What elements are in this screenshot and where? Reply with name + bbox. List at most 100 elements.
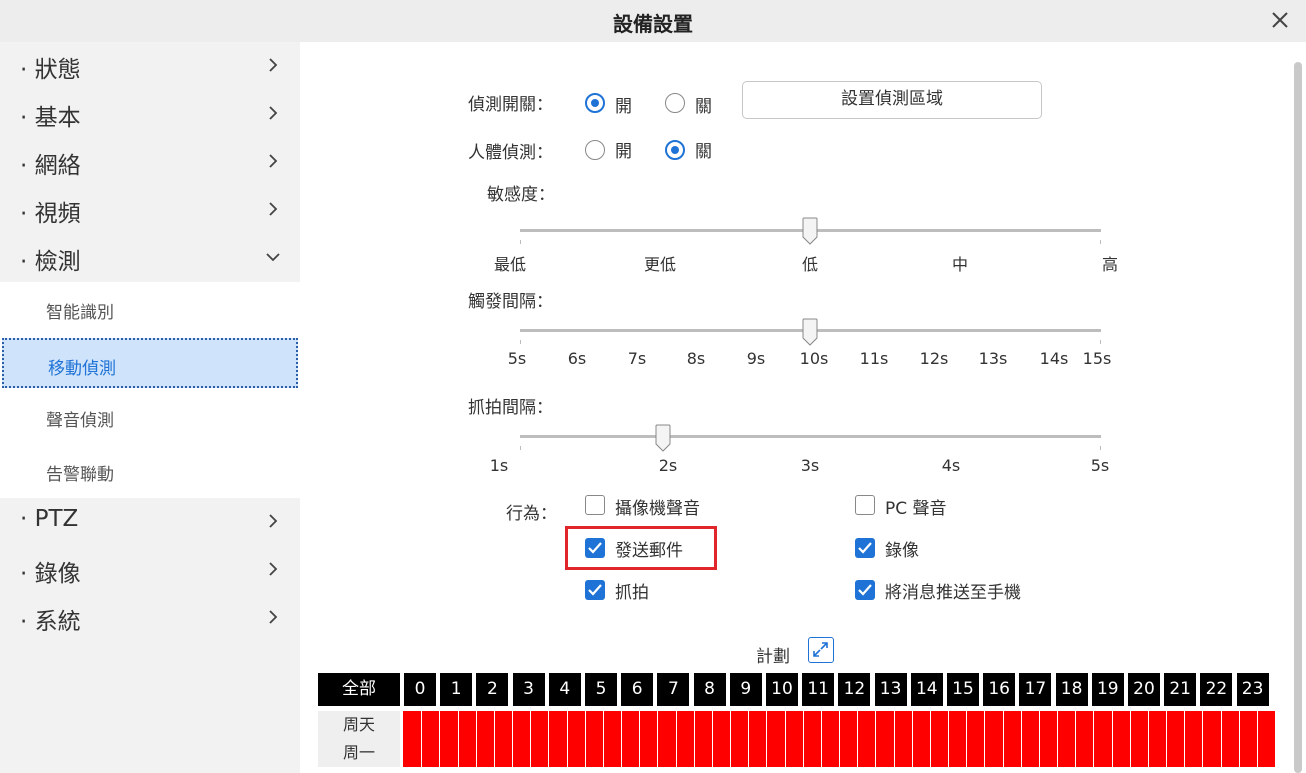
hour-header-cell[interactable]: 3: [512, 673, 545, 706]
sidebar-item-basic[interactable]: · 基本: [0, 90, 300, 138]
chevron-right-icon: [269, 514, 278, 528]
hour-header-cell[interactable]: 0: [404, 673, 436, 706]
pc-sound-checkbox[interactable]: [855, 495, 875, 515]
record-checkbox[interactable]: [855, 538, 875, 558]
schedule-cell-divider: [893, 739, 895, 767]
sidebar-item-recording[interactable]: · 錄像: [0, 546, 300, 594]
schedule-cell-divider: [966, 739, 968, 767]
schedule-cell-divider: [566, 711, 568, 739]
human-on-radio[interactable]: [585, 140, 605, 160]
sidebar-item-video[interactable]: · 視頻: [0, 186, 300, 234]
schedule-cell-divider: [457, 739, 459, 767]
human-off-radio[interactable]: [665, 140, 685, 160]
schedule-cell-divider: [766, 739, 768, 767]
schedule-cell-divider: [1057, 711, 1058, 739]
detection-on-label: 開: [615, 97, 632, 117]
schedule-row-sunday[interactable]: [403, 711, 1275, 739]
slider-tick: [1100, 446, 1101, 450]
hour-header-cell[interactable]: 20: [1128, 673, 1160, 706]
schedule-cell-divider: [1020, 739, 1022, 767]
hour-header-cell[interactable]: 2: [476, 673, 509, 706]
sidebar-subitem-alarm-linkage[interactable]: 告警聯動: [0, 444, 300, 498]
schedule-cell-divider: [1147, 739, 1149, 767]
schedule-cell-divider: [929, 739, 931, 767]
sensitivity-tick-label: 更低: [643, 255, 677, 274]
hour-header-cell[interactable]: 13: [874, 673, 907, 706]
push-notification-checkbox[interactable]: [855, 580, 875, 600]
hour-header-cell[interactable]: 15: [947, 673, 979, 706]
schedule-cell-divider: [512, 739, 513, 767]
chevron-right-icon: [269, 610, 278, 624]
sidebar-item-status[interactable]: · 狀態: [0, 42, 300, 90]
schedule-cell-divider: [1147, 711, 1149, 739]
sidebar-item-ptz[interactable]: · PTZ: [0, 498, 300, 546]
hour-header-cell[interactable]: 22: [1200, 673, 1233, 706]
sensitivity-slider-thumb[interactable]: [802, 217, 818, 245]
hour-header-cell[interactable]: 6: [621, 673, 654, 706]
sidebar-item-network[interactable]: · 網絡: [0, 138, 300, 186]
schedule-cell-divider: [1020, 711, 1022, 739]
schedule-cell-divider: [530, 739, 532, 767]
scrollbar[interactable]: [1294, 62, 1302, 773]
hour-header-cell[interactable]: 7: [657, 673, 690, 706]
schedule-cell-divider: [621, 711, 622, 739]
schedule-cell-divider: [657, 739, 659, 767]
trigger-tick-label: 15s: [1082, 349, 1112, 368]
close-icon[interactable]: [1268, 8, 1292, 32]
schedule-cell-divider: [1202, 711, 1204, 739]
send-email-checkbox[interactable]: [585, 538, 605, 558]
hour-header-cell[interactable]: 5: [585, 673, 617, 706]
schedule-cell-divider: [1184, 711, 1186, 739]
sidebar-subitem-sound-detection[interactable]: 聲音偵測: [0, 390, 300, 444]
detection-on-radio[interactable]: [585, 93, 605, 113]
hour-header-cell[interactable]: 11: [802, 673, 835, 706]
schedule-cell-divider: [475, 711, 477, 739]
schedule-label: 計劃: [756, 647, 790, 667]
day-label-sunday[interactable]: 周天: [318, 711, 400, 739]
snapshot-checkbox[interactable]: [585, 580, 605, 600]
hour-header-cell[interactable]: 16: [983, 673, 1016, 706]
detection-off-radio[interactable]: [665, 93, 685, 113]
sidebar-subitem-label: 智能識別: [46, 303, 114, 323]
schedule-cell-divider: [548, 711, 550, 739]
schedule-cell-divider: [875, 739, 877, 767]
sidebar-item-label: · 錄像: [20, 561, 81, 587]
sensitivity-tick-label: 低: [801, 255, 819, 274]
hour-header-cell[interactable]: 23: [1236, 673, 1269, 706]
chevron-right-icon: [269, 106, 278, 120]
checkmark-icon: [858, 542, 872, 554]
set-detection-area-button[interactable]: 設置偵測區域: [742, 81, 1042, 119]
sidebar-item-detection[interactable]: · 檢測: [0, 234, 300, 282]
sidebar-subitem-motion-detection[interactable]: 移動偵測: [2, 338, 298, 388]
schedule-cell-divider: [512, 711, 513, 739]
sidebar-item-label: · 狀態: [20, 57, 81, 83]
schedule-cell-divider: [1184, 739, 1186, 767]
hour-header-cell[interactable]: 4: [548, 673, 581, 706]
camera-sound-checkbox[interactable]: [585, 495, 605, 515]
schedule-cell-divider: [693, 711, 695, 739]
schedule-all-button[interactable]: 全部: [318, 673, 400, 706]
hour-header-cell[interactable]: 9: [729, 673, 762, 706]
snapshot-interval-slider-track[interactable]: [520, 435, 1101, 438]
hour-header-cell[interactable]: 14: [910, 673, 943, 706]
hour-header-cell[interactable]: 1: [440, 673, 473, 706]
hour-header-cell[interactable]: 18: [1055, 673, 1088, 706]
snapshot-interval-slider-thumb[interactable]: [655, 424, 671, 452]
hour-header-cell[interactable]: 8: [693, 673, 726, 706]
hour-header-cell[interactable]: 12: [838, 673, 871, 706]
expand-icon[interactable]: [808, 637, 834, 663]
schedule-cell-divider: [475, 739, 477, 767]
hour-header-cell[interactable]: 19: [1091, 673, 1124, 706]
day-label-monday[interactable]: 周一: [318, 739, 400, 767]
schedule-cell-divider: [1002, 739, 1004, 767]
trigger-interval-slider-thumb[interactable]: [802, 318, 818, 346]
schedule-row-monday[interactable]: [403, 739, 1275, 767]
sidebar-subitem-smart-recognition[interactable]: 智能識別: [0, 282, 300, 336]
schedule-cell-divider: [875, 711, 877, 739]
hour-header-cell[interactable]: 17: [1019, 673, 1052, 706]
schedule-cell-divider: [820, 711, 822, 739]
sidebar-item-system[interactable]: · 系統: [0, 594, 300, 642]
slider-tick: [520, 240, 521, 244]
hour-header-cell[interactable]: 10: [766, 673, 798, 706]
hour-header-cell[interactable]: 21: [1164, 673, 1197, 706]
